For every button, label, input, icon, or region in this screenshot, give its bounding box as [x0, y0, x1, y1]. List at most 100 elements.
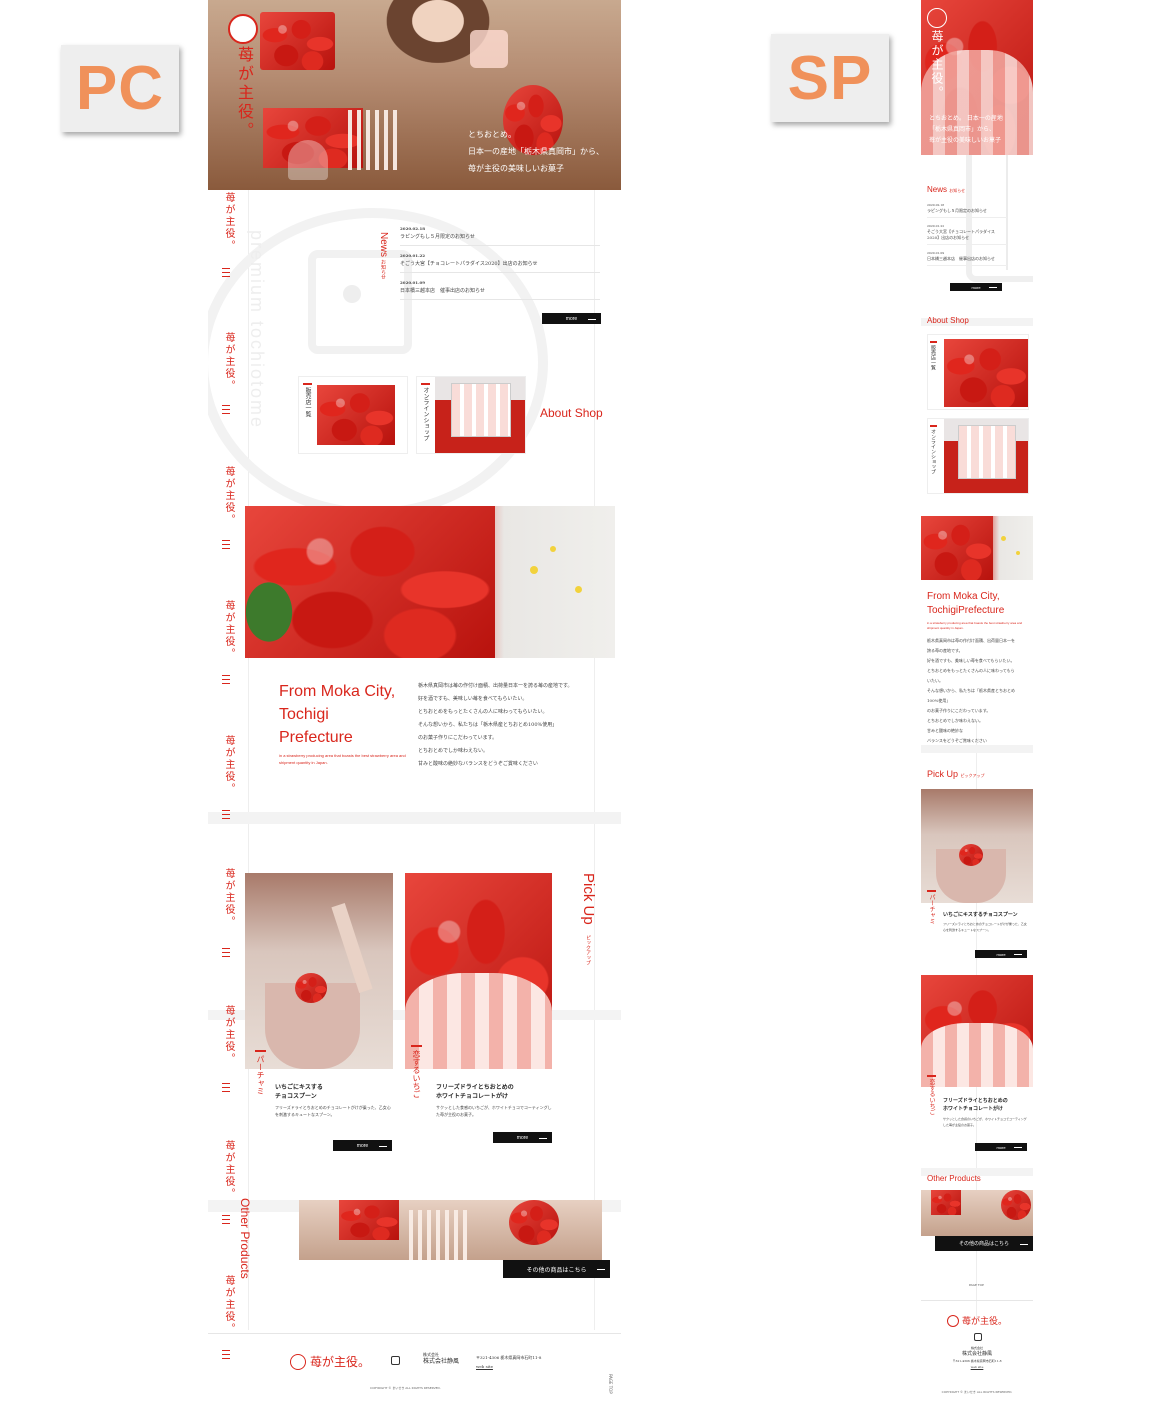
footer-address: 〒321-4306 栃木県真岡市石町11-8 web site	[476, 1353, 541, 1371]
other-products-button[interactable]: その他の商品はこちら	[503, 1260, 610, 1278]
moka-flower	[530, 566, 538, 574]
sp-moka-body-line: 栃木県真岡市は苺の作付け面積、出荷量日本一を	[927, 638, 1015, 643]
menu-icon[interactable]	[222, 810, 230, 819]
sp-other-image	[921, 1190, 1033, 1236]
side-brand[interactable]: 苺が主役。	[221, 192, 236, 252]
sp-news-item[interactable]: 2020.01.09 日本橋三越本店 催事出店のお知らせ	[927, 251, 1007, 266]
sp-page-top-link[interactable]: PAGE TOP	[969, 1283, 984, 1287]
sp-pickup-strawberry	[959, 844, 983, 866]
news-text: そごう大宮【チョコレートパラダイス2020】出店のお知らせ	[400, 261, 538, 267]
moka-leaf	[245, 566, 305, 658]
news-item[interactable]: 2020.02.18 ラピングもし５月限定のお知らせ	[400, 225, 600, 246]
side-brand[interactable]: 苺が主役。	[221, 332, 236, 392]
pickup-desc-2: サクッとした食感のいちごが、ホワイトチョコでコーティングした苺が主役のお菓子。	[436, 1105, 552, 1117]
sp-moka-body-line: 100%使用」	[927, 698, 951, 703]
sp-moka-flower	[1016, 551, 1020, 555]
sp-pickup-white-choco-rows	[921, 1023, 1033, 1087]
sp-about-tab-online-shop[interactable]: オンラインショップ	[927, 418, 1029, 494]
menu-icon[interactable]	[222, 268, 230, 277]
sp-hero-line: 苺が主役の美味しいお菓子	[929, 137, 1002, 144]
moka-title: From Moka City, Tochigi Prefecture	[279, 683, 396, 746]
sp-news-title: News お知らせ	[927, 185, 966, 194]
moka-image	[245, 506, 615, 658]
sp-news-item[interactable]: 2020.01.22 そごう大宮【チョコレートパラダイス2020】出店のお知らせ	[927, 224, 1007, 245]
moka-body-line: のお菓子作りにこだわっています。	[418, 735, 498, 741]
other-spoons	[409, 1210, 469, 1260]
news-date: 2020.02.18	[400, 226, 426, 231]
sp-about-store-image	[944, 339, 1028, 407]
news-item[interactable]: 2020.01.09 日本橋三越本店 催事出店のお知らせ	[400, 279, 600, 300]
sp-moka-body-line: 甘みと酸味の絶妙な	[927, 728, 963, 733]
sp-pickup-item-white-choco[interactable]	[921, 975, 1033, 1087]
moka-body-line: 栃木県真岡市は苺の作付け面積、出荷量日本一を誇る苺の産地です。	[418, 683, 573, 689]
about-tab-online-shop[interactable]: オンラインショップ	[416, 376, 526, 454]
menu-icon[interactable]	[222, 948, 230, 957]
menu-icon[interactable]	[222, 405, 230, 414]
sp-pickup-more-button-1[interactable]: more	[975, 950, 1027, 958]
about-store-image	[317, 385, 395, 445]
menu-icon[interactable]	[222, 540, 230, 549]
pickup-item-spoon[interactable]	[245, 873, 393, 1069]
sp-other-products-button[interactable]: その他の商品はこちら	[935, 1236, 1033, 1251]
moka-body-line: 好を酒ですも、美味しい苺を食べてもらいたい。	[418, 696, 528, 702]
side-brand[interactable]: 苺が主役。	[221, 1275, 236, 1335]
moka-body-line: そんな想いから、私たちは「栃木県産とちおとめ100%使用」	[418, 722, 558, 728]
bg-band	[921, 745, 1033, 753]
side-brand[interactable]: 苺が主役。	[221, 600, 236, 660]
sp-hero-image: 苺が主役。 とちおとめ。 日本一の産地 「栃木県真岡市」から、 苺が主役の美味し…	[921, 0, 1033, 155]
sp-footer-company: 株式会社 株式会社静風 〒321-4306 栃木県真岡市石町11-8 web s…	[921, 1345, 1033, 1370]
bg-emblem-inner	[308, 250, 412, 354]
sp-about-tab-store-list[interactable]: 販売店一覧	[927, 334, 1029, 410]
side-brand[interactable]: 苺が主役。	[221, 1140, 236, 1200]
about-tab-store-list[interactable]: 販売店一覧	[298, 376, 408, 454]
footer-web-link[interactable]: web site	[476, 1362, 541, 1371]
footer-logo[interactable]: 苺が主役。	[290, 1353, 370, 1370]
sp-pickup-name-1: いちごにキスするチョコスプーン	[943, 912, 1018, 918]
news-date: 2020.01.22	[400, 253, 426, 258]
side-brand[interactable]: 苺が主役。	[221, 868, 236, 928]
sp-brand-logo[interactable]	[927, 8, 947, 28]
menu-icon[interactable]	[222, 1215, 230, 1224]
sp-instagram-icon[interactable]	[974, 1333, 982, 1341]
instagram-icon[interactable]	[391, 1356, 400, 1365]
sp-pickup-item-spoon[interactable]	[921, 789, 1033, 903]
hero-line: とちおとめ。	[468, 130, 516, 139]
news-item[interactable]: 2020.01.22 そごう大宮【チョコレートパラダイス2020】出店のお知らせ	[400, 252, 600, 273]
sp-news-item[interactable]: 2020.02.18 ラピングもし５月限定のお知らせ	[927, 203, 1007, 218]
page-top-link[interactable]: PAGE TOP	[608, 1374, 613, 1394]
sp-news-more-button[interactable]: more	[950, 283, 1002, 291]
other-box	[339, 1200, 399, 1240]
sp-footer-brand: 苺が主役。	[962, 1317, 1008, 1327]
pickup-item-white-choco[interactable]	[405, 873, 552, 1069]
sp-pickup-desc-2: サクッとした食感のいちごが、ホワイトチョコでコーティングした苺が主役のお菓子。	[943, 1117, 1027, 1127]
pickup-more-button-1[interactable]: more	[333, 1140, 392, 1151]
sp-footer-web-link[interactable]: web site	[921, 1364, 1033, 1370]
other-strawberry	[509, 1200, 559, 1245]
pickup-white-choco-rows	[405, 973, 552, 1069]
pc-label: PC	[61, 45, 179, 132]
menu-icon[interactable]	[222, 1350, 230, 1359]
pickup-more-button-2[interactable]: more	[493, 1132, 552, 1143]
about-tab1-label: 販売店一覧	[303, 383, 312, 417]
sp-about-online-image	[944, 419, 1028, 493]
side-brand[interactable]: 苺が主役。	[221, 735, 236, 795]
news-more-button[interactable]: more	[542, 313, 601, 324]
footer-company-prefix: 株式会社	[423, 1352, 439, 1357]
menu-icon[interactable]	[222, 1083, 230, 1092]
sp-footer-logo[interactable]: 苺が主役。	[947, 1314, 1007, 1327]
sp-pickup-more-button-2[interactable]: more	[975, 1143, 1027, 1151]
other-title: Other Products	[238, 1198, 252, 1279]
sp-moka-body-line: 誇る苺の産地です。	[927, 648, 963, 653]
sp-other-strawberry	[1001, 1190, 1031, 1220]
sp-news-text: ラピングもし５月限定のお知らせ	[927, 208, 987, 213]
sp-moka-image	[921, 516, 1033, 580]
sp-footer-copyright: COPYRIGHT © まいせき ALL RIGHTS RESERVED.	[941, 1390, 1013, 1394]
brand-logo[interactable]	[228, 14, 258, 44]
sp-moka-strawberries	[921, 516, 993, 580]
sp-about-title: About Shop	[927, 316, 969, 325]
sp-news-list: 2020.02.18 ラピングもし５月限定のお知らせ 2020.01.22 そご…	[927, 203, 1007, 266]
pickup-tag-1: パーチャミ	[255, 1050, 266, 1095]
side-brand[interactable]: 苺が主役。	[221, 1005, 236, 1065]
menu-icon[interactable]	[222, 675, 230, 684]
side-brand[interactable]: 苺が主役。	[221, 466, 236, 526]
